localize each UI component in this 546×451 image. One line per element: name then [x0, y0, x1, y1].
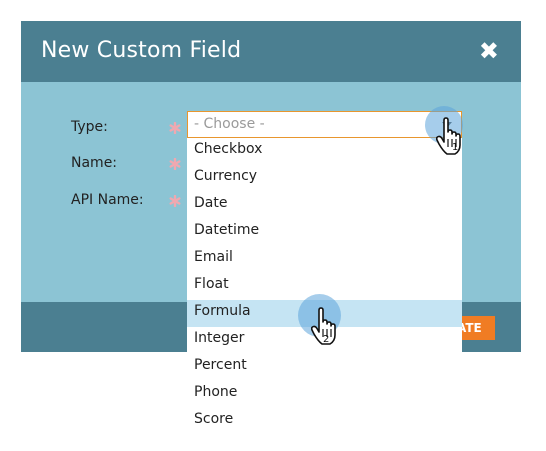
- type-select[interactable]: - Choose -: [187, 111, 462, 138]
- type-dropdown-list: Checkbox Currency Date Datetime Email Fl…: [187, 138, 462, 435]
- option-currency[interactable]: Currency: [187, 165, 462, 192]
- option-score[interactable]: Score: [187, 408, 462, 435]
- type-select-value: - Choose -: [194, 116, 265, 132]
- type-label: Type:: [71, 119, 108, 135]
- api-name-label: API Name:: [71, 192, 144, 208]
- option-checkbox[interactable]: Checkbox: [187, 138, 462, 165]
- option-date[interactable]: Date: [187, 192, 462, 219]
- dialog-title: New Custom Field: [41, 38, 242, 63]
- asterisk-icon: [169, 158, 181, 170]
- step-number-1: 1: [452, 142, 458, 153]
- name-label: Name:: [71, 155, 118, 171]
- option-datetime[interactable]: Datetime: [187, 219, 462, 246]
- asterisk-icon: [169, 122, 181, 134]
- asterisk-icon: [169, 195, 181, 207]
- option-percent[interactable]: Percent: [187, 354, 462, 381]
- dialog-header: New Custom Field ✖: [21, 21, 521, 82]
- step-number-2: 2: [323, 334, 329, 345]
- close-icon[interactable]: ✖: [479, 36, 499, 66]
- hand-pointer-icon: 1: [436, 117, 461, 155]
- option-email[interactable]: Email: [187, 246, 462, 273]
- hand-pointer-icon: 2: [311, 307, 336, 345]
- option-phone[interactable]: Phone: [187, 381, 462, 408]
